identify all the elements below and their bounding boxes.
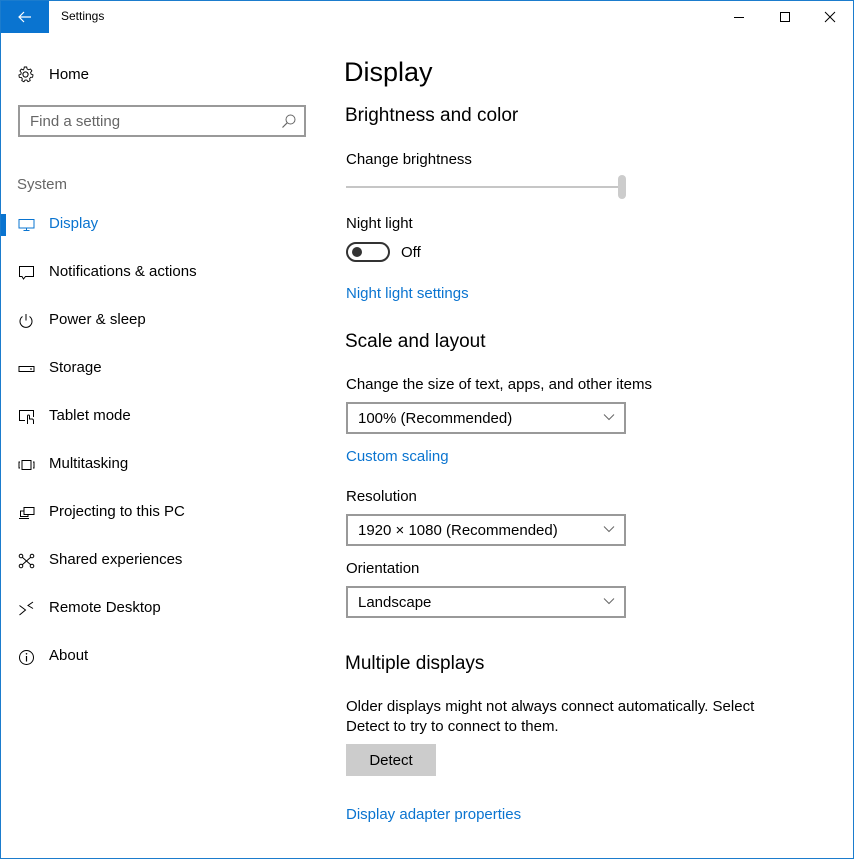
orientation-dropdown[interactable]: Landscape <box>346 586 626 618</box>
multitasking-icon <box>18 460 34 470</box>
sidebar-item-label: Projecting to this PC <box>49 503 185 520</box>
orientation-label: Orientation <box>346 560 420 577</box>
minimize-button[interactable] <box>716 1 762 33</box>
orientation-value: Landscape <box>358 593 432 611</box>
close-button[interactable] <box>807 1 853 33</box>
scale-dropdown[interactable]: 100% (Recommended) <box>346 402 626 434</box>
resolution-dropdown[interactable]: 1920 × 1080 (Recommended) <box>346 514 626 546</box>
sidebar-item-notifications[interactable]: Notifications & actions <box>1 249 321 297</box>
sidebar-item-label: Display <box>49 215 99 232</box>
sidebar-item-label: Storage <box>49 359 102 376</box>
settings-window: Settings Home System <box>0 0 854 859</box>
title-bar: Settings <box>1 1 853 33</box>
brightness-slider[interactable] <box>346 175 626 199</box>
maximize-icon <box>780 12 790 22</box>
search-input[interactable] <box>30 112 270 130</box>
brightness-label: Change brightness <box>346 151 472 168</box>
chevron-down-icon <box>603 598 615 605</box>
remote-desktop-icon <box>18 601 33 616</box>
back-button[interactable] <box>1 1 49 33</box>
close-icon <box>824 11 836 23</box>
gear-icon <box>18 66 34 82</box>
sidebar-item-label: Multitasking <box>49 455 129 472</box>
multiple-displays-description: Older displays might not always connect … <box>346 698 755 735</box>
sidebar-item-label: About <box>49 647 89 664</box>
sidebar-item-projecting[interactable]: Projecting to this PC <box>1 489 321 537</box>
sidebar-item-label: Tablet mode <box>49 407 131 424</box>
sidebar-item-label: Shared experiences <box>49 551 183 568</box>
shared-experiences-icon <box>18 553 34 569</box>
sidebar-item-display[interactable]: Display <box>1 201 321 249</box>
search-box[interactable] <box>18 105 306 137</box>
brightness-heading: Brightness and color <box>345 105 519 126</box>
sidebar-item-label: Power & sleep <box>49 311 146 328</box>
sidebar-item-power-sleep[interactable]: Power & sleep <box>1 297 321 345</box>
minimize-icon <box>734 17 744 18</box>
night-light-settings-link[interactable]: Night light settings <box>346 285 469 302</box>
resolution-label: Resolution <box>346 488 417 505</box>
info-icon <box>18 649 34 665</box>
monitor-icon <box>18 219 34 231</box>
sidebar-item-label: Notifications & actions <box>49 263 197 280</box>
slider-thumb[interactable] <box>618 175 626 199</box>
section-label-system: System <box>17 176 68 193</box>
detect-button[interactable]: Detect <box>346 744 436 776</box>
resolution-value: 1920 × 1080 (Recommended) <box>358 521 558 539</box>
custom-scaling-link[interactable]: Custom scaling <box>346 448 449 465</box>
home-nav-item[interactable]: Home <box>17 63 89 85</box>
scale-label: Change the size of text, apps, and other… <box>346 376 653 393</box>
night-light-label: Night light <box>346 215 413 232</box>
sidebar-nav: Display Notifications & actions Power & … <box>1 201 321 681</box>
toggle-knob <box>352 247 362 257</box>
sidebar-item-about[interactable]: About <box>1 633 321 681</box>
chevron-down-icon <box>603 414 615 421</box>
night-light-toggle[interactable] <box>346 242 390 262</box>
sidebar-item-shared-experiences[interactable]: Shared experiences <box>1 537 321 585</box>
home-label: Home <box>49 65 90 83</box>
page-title: Display <box>344 57 433 87</box>
display-adapter-properties-link[interactable]: Display adapter properties <box>346 806 521 823</box>
storage-icon <box>18 366 34 372</box>
power-icon <box>19 314 33 328</box>
window-title: Settings <box>61 9 105 23</box>
multiple-displays-heading: Multiple displays <box>345 653 485 674</box>
back-arrow-icon <box>18 11 31 23</box>
notification-icon <box>18 266 34 280</box>
tablet-mode-icon <box>18 410 34 424</box>
scale-layout-heading: Scale and layout <box>345 331 486 352</box>
night-light-state: Off <box>401 244 421 261</box>
projecting-icon <box>18 507 34 519</box>
slider-track <box>346 186 622 188</box>
scale-value: 100% (Recommended) <box>358 409 513 427</box>
sidebar-item-multitasking[interactable]: Multitasking <box>1 441 321 489</box>
search-icon[interactable] <box>281 113 297 129</box>
sidebar-item-label: Remote Desktop <box>49 599 161 616</box>
sidebar-item-storage[interactable]: Storage <box>1 345 321 393</box>
chevron-down-icon <box>603 526 615 533</box>
sidebar-item-remote-desktop[interactable]: Remote Desktop <box>1 585 321 633</box>
sidebar-item-tablet-mode[interactable]: Tablet mode <box>1 393 321 441</box>
maximize-button[interactable] <box>762 1 808 33</box>
